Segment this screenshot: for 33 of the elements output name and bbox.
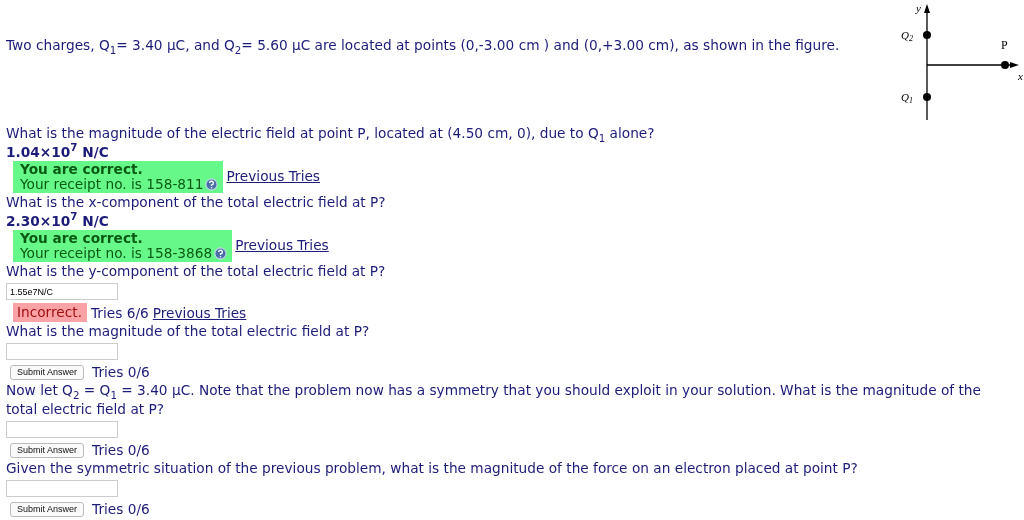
question-text: What is the y-component of the total electric field at P? — [6, 262, 387, 281]
question-text: What is the magnitude of the electric field at point P, located at (4.50 cm, 0), due to Q$_{1}$ alone? — [6, 124, 656, 143]
previous-tries-link[interactable]: Previous Tries — [152, 305, 247, 321]
help-icon[interactable] — [214, 247, 228, 260]
answer-field[interactable] — [6, 343, 118, 360]
answer-field[interactable] — [6, 480, 118, 497]
answer-text: 2.30×10$^{7}$ N/C — [6, 212, 110, 230]
question-text: What is the magnitude of the total electric field at P? — [6, 322, 371, 341]
point-label: P — [1001, 38, 1008, 52]
answer-field[interactable]: 1.55e7N/C — [6, 283, 118, 300]
feedback-label: Incorrect. — [13, 303, 87, 322]
submit-button[interactable]: Submit Answer — [10, 364, 85, 380]
answer-text: 1.04×10$^{7}$ N/C — [6, 143, 110, 161]
answer-field[interactable] — [6, 421, 118, 438]
question-text: What is the x-component of the total electric field at P? — [6, 193, 387, 212]
feedback-box: You are correct. Your receipt no. is 158-811 — [13, 161, 224, 193]
axis-label: y — [916, 2, 921, 14]
axis-label: x — [1018, 70, 1023, 82]
submit-button[interactable]: Submit Answer — [10, 442, 85, 458]
submit-button[interactable]: Submit Answer — [10, 501, 85, 517]
tries-count: Tries 0/6 — [92, 441, 150, 459]
tries-count: Tries 0/6 — [92, 500, 150, 518]
problem-text: Two charges, Q$_{1}$= 3.40 μC, and Q$_{2}$= 5.60 μC are located at points (0,-3.00 cm ) and (0,+3.00 cm), as shown in the figure. — [6, 36, 841, 58]
previous-tries-link[interactable]: Previous Tries — [235, 237, 329, 253]
charge-label: Q$_{1}$ — [901, 91, 913, 105]
charge-label: Q$_{2}$ — [901, 29, 913, 43]
tries-count: Tries 6/6 — [91, 304, 149, 322]
tries-count: Tries 0/6 — [92, 363, 150, 381]
question-text: Given the symmetric situation of the previous problem, what is the magnitude of the force on an electron placed at point P? — [6, 459, 859, 478]
help-icon[interactable] — [205, 178, 219, 191]
question-text: Now let Q$_{2}$ = Q$_{1}$ = 3.40 μC. Note that the problem now has a symmetry that you should exploit in your solution. What is the magnitude of the total electric field at P? — [6, 381, 982, 419]
feedback-box: You are correct. Your receipt no. is 158-3868 — [13, 230, 233, 262]
previous-tries-link[interactable]: Previous Tries — [226, 168, 320, 184]
